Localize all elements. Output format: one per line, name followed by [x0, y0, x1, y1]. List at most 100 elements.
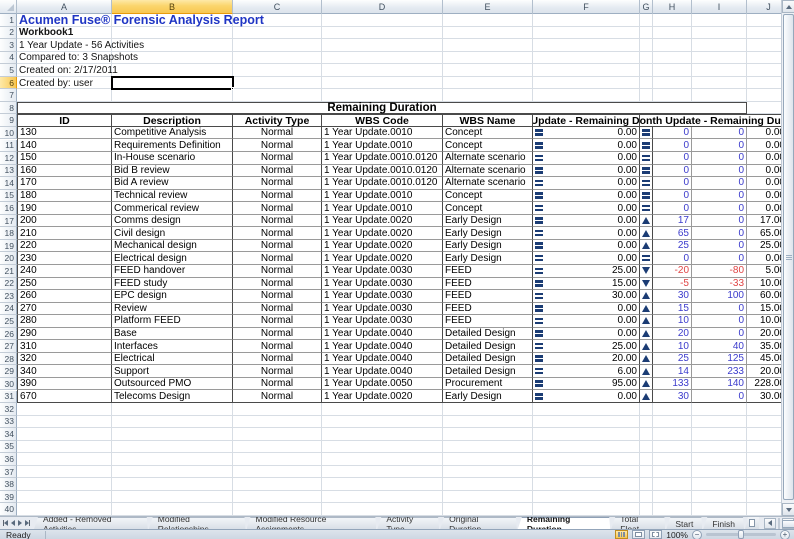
grid-cell[interactable] — [692, 428, 747, 441]
grid-cell[interactable] — [17, 89, 112, 102]
cell-description[interactable]: Technical review — [112, 190, 233, 203]
grid-cell[interactable] — [112, 27, 233, 40]
cell-delta-percent[interactable]: 0 — [692, 227, 747, 240]
cell-delta-percent[interactable]: 0 — [692, 152, 747, 165]
created-on-cell[interactable]: Created on: 2/17/2011 — [19, 64, 118, 77]
cell-id[interactable]: 230 — [17, 252, 112, 265]
grid-cell[interactable] — [112, 416, 233, 429]
grid-cell[interactable] — [640, 416, 653, 429]
grid-cell[interactable] — [692, 478, 747, 491]
cell-activity-type[interactable]: Normal — [233, 378, 322, 391]
cell-year-update-value[interactable]: 0.00 — [533, 152, 640, 165]
row-header-7[interactable]: 7 — [0, 89, 17, 102]
cell-delta[interactable]: 25 — [653, 353, 692, 366]
cell-wbs-name[interactable]: Concept — [443, 190, 533, 203]
cell-id[interactable]: 180 — [17, 190, 112, 203]
cell-id[interactable]: 340 — [17, 365, 112, 378]
cell-wbs-code[interactable]: 1 Year Update.0040 — [322, 340, 443, 353]
cell-year-update-value[interactable]: 0.00 — [533, 139, 640, 152]
grid-cell[interactable] — [322, 428, 443, 441]
cell-year-update-value[interactable]: 0.00 — [533, 227, 640, 240]
cell-description[interactable]: Mechanical design — [112, 240, 233, 253]
row-header-13[interactable]: 13 — [0, 165, 17, 178]
row-header-16[interactable]: 16 — [0, 202, 17, 215]
cell-wbs-code[interactable]: 1 Year Update.0030 — [322, 290, 443, 303]
grid-cell[interactable] — [533, 89, 640, 102]
cell-delta[interactable]: 10 — [653, 315, 692, 328]
column-header-B[interactable]: B — [112, 0, 233, 14]
grid-cell[interactable] — [640, 428, 653, 441]
grid-cell[interactable] — [653, 428, 692, 441]
cell-wbs-name[interactable]: Detailed Design — [443, 328, 533, 341]
grid-cell[interactable] — [640, 52, 653, 65]
cell-delta-percent[interactable]: 233 — [692, 365, 747, 378]
cell-wbs-name[interactable]: Concept — [443, 202, 533, 215]
grid-cell[interactable] — [233, 403, 322, 416]
grid-cell[interactable] — [112, 403, 233, 416]
cell-year-update-value[interactable]: 25.00 — [533, 265, 640, 278]
grid-cell[interactable] — [233, 491, 322, 504]
cell-description[interactable]: Civil design — [112, 227, 233, 240]
cell-wbs-name[interactable]: Alternate scenario — [443, 152, 533, 165]
row-header-9[interactable]: 9 — [0, 114, 17, 127]
insert-worksheet-tab[interactable] — [745, 517, 759, 529]
cell-six-month-trend[interactable] — [640, 390, 653, 403]
cell-activity-type[interactable]: Normal — [233, 315, 322, 328]
grid-cell[interactable] — [533, 14, 640, 27]
sheet-tab-start[interactable]: Start — [666, 517, 702, 529]
cell-year-update-value[interactable]: 15.00 — [533, 278, 640, 291]
grid-cell[interactable] — [322, 478, 443, 491]
cell-delta-percent[interactable]: -80 — [692, 265, 747, 278]
grid-cell[interactable] — [653, 416, 692, 429]
grid-cell[interactable] — [640, 89, 653, 102]
grid-cell[interactable] — [533, 403, 640, 416]
cell-activity-type[interactable]: Normal — [233, 365, 322, 378]
grid-cell[interactable] — [112, 64, 233, 77]
cell-activity-type[interactable]: Normal — [233, 202, 322, 215]
cell-description[interactable]: Comms design — [112, 215, 233, 228]
cell-description[interactable]: Interfaces — [112, 340, 233, 353]
cell-year-update-value[interactable]: 0.00 — [533, 190, 640, 203]
cell-activity-type[interactable]: Normal — [233, 215, 322, 228]
cell-id[interactable]: 220 — [17, 240, 112, 253]
grid-cell[interactable] — [692, 64, 747, 77]
grid-cell[interactable] — [640, 478, 653, 491]
cell-six-month-trend[interactable] — [640, 278, 653, 291]
grid-cell[interactable] — [533, 64, 640, 77]
cell-description[interactable]: EPC design — [112, 290, 233, 303]
cell-wbs-name[interactable]: Early Design — [443, 227, 533, 240]
cell-wbs-name[interactable]: FEED — [443, 278, 533, 291]
cell-six-month-trend[interactable] — [640, 315, 653, 328]
cell-description[interactable]: Competitive Analysis — [112, 127, 233, 140]
grid-cell[interactable] — [653, 441, 692, 454]
cell-activity-type[interactable]: Normal — [233, 139, 322, 152]
row-header-3[interactable]: 3 — [0, 39, 17, 52]
grid-cell[interactable] — [443, 416, 533, 429]
column-header-A[interactable]: A — [17, 0, 112, 14]
grid-cell[interactable] — [443, 64, 533, 77]
grid-cell[interactable] — [233, 416, 322, 429]
cell-wbs-name[interactable]: Detailed Design — [443, 365, 533, 378]
cell-wbs-code[interactable]: 1 Year Update.0050 — [322, 378, 443, 391]
row-header-2[interactable]: 2 — [0, 27, 17, 40]
cell-description[interactable]: Outsourced PMO — [112, 378, 233, 391]
grid-cell[interactable] — [533, 52, 640, 65]
cell-wbs-code[interactable]: 1 Year Update.0030 — [322, 303, 443, 316]
active-cell-selection-b6[interactable] — [111, 76, 234, 90]
row-header-15[interactable]: 15 — [0, 190, 17, 203]
grid-cell[interactable] — [443, 77, 533, 90]
cell-description[interactable]: Commerical review — [112, 202, 233, 215]
cell-delta-percent[interactable]: 0 — [692, 315, 747, 328]
cell-delta[interactable]: 30 — [653, 290, 692, 303]
grid-cell[interactable] — [17, 403, 112, 416]
cell-delta[interactable]: 25 — [653, 240, 692, 253]
cell-description[interactable]: Support — [112, 365, 233, 378]
hscroll-track[interactable] — [778, 518, 780, 529]
cell-wbs-name[interactable]: Alternate scenario — [443, 177, 533, 190]
sheet-tab-modified-resource-assignments[interactable]: Modified Resource Assignments — [247, 517, 377, 529]
row-header-40[interactable]: 40 — [0, 503, 17, 516]
grid-cell[interactable] — [640, 441, 653, 454]
scroll-up-button[interactable] — [782, 0, 794, 13]
cell-delta[interactable]: 0 — [653, 252, 692, 265]
grid-cell[interactable] — [322, 453, 443, 466]
